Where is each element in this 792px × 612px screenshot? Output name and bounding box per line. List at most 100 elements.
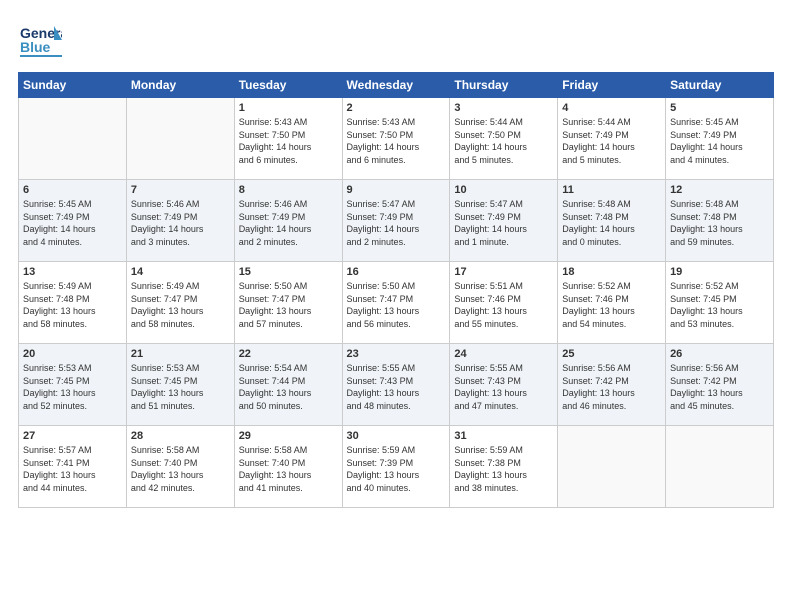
- day-number: 15: [239, 266, 338, 278]
- day-info: Sunrise: 5:49 AM Sunset: 7:47 PM Dayligh…: [131, 280, 230, 330]
- day-number: 12: [670, 184, 769, 196]
- day-cell: [126, 98, 234, 180]
- day-number: 20: [23, 348, 122, 360]
- week-row-2: 6 Sunrise: 5:45 AM Sunset: 7:49 PM Daylig…: [19, 180, 774, 262]
- day-cell: 10 Sunrise: 5:47 AM Sunset: 7:49 PM Dayli…: [450, 180, 558, 262]
- day-info: Sunrise: 5:52 AM Sunset: 7:46 PM Dayligh…: [562, 280, 661, 330]
- day-cell: 13Sunrise: 5:49 AM Sunset: 7:48 PM Dayli…: [19, 262, 127, 344]
- logo: General Blue: [18, 18, 62, 62]
- day-info: Sunrise: 5:50 AM Sunset: 7:47 PM Dayligh…: [239, 280, 338, 330]
- day-number: 6: [23, 184, 122, 196]
- day-number: 30: [347, 430, 446, 442]
- day-number: 22: [239, 348, 338, 360]
- day-info: Sunrise: 5:47 AM Sunset: 7:49 PM Dayligh…: [454, 198, 553, 248]
- header: General Blue: [18, 18, 774, 62]
- day-cell: 28 Sunrise: 5:58 AM Sunset: 7:40 PM Dayli…: [126, 426, 234, 508]
- day-info: Sunrise: 5:43 AM Sunset: 7:50 PM Dayligh…: [347, 116, 446, 166]
- svg-text:Blue: Blue: [20, 39, 51, 55]
- logo-icon: General Blue: [18, 18, 62, 62]
- day-info: Sunrise: 5:55 AM Sunset: 7:43 PM Dayligh…: [454, 362, 553, 412]
- day-cell: 29 Sunrise: 5:58 AM Sunset: 7:40 PM Dayli…: [234, 426, 342, 508]
- day-info: Sunrise: 5:55 AM Sunset: 7:43 PM Dayligh…: [347, 362, 446, 412]
- day-cell: 31Sunrise: 5:59 AM Sunset: 7:38 PM Dayli…: [450, 426, 558, 508]
- day-cell: 18Sunrise: 5:52 AM Sunset: 7:46 PM Dayli…: [558, 262, 666, 344]
- day-cell: 22 Sunrise: 5:54 AM Sunset: 7:44 PM Dayli…: [234, 344, 342, 426]
- day-cell: 4 Sunrise: 5:44 AM Sunset: 7:49 PM Daylig…: [558, 98, 666, 180]
- day-info: Sunrise: 5:57 AM Sunset: 7:41 PM Dayligh…: [23, 444, 122, 494]
- day-header-monday: Monday: [126, 73, 234, 98]
- day-cell: 7 Sunrise: 5:46 AM Sunset: 7:49 PM Daylig…: [126, 180, 234, 262]
- day-header-tuesday: Tuesday: [234, 73, 342, 98]
- day-number: 9: [347, 184, 446, 196]
- day-info: Sunrise: 5:48 AM Sunset: 7:48 PM Dayligh…: [562, 198, 661, 248]
- day-info: Sunrise: 5:49 AM Sunset: 7:48 PM Dayligh…: [23, 280, 122, 330]
- day-info: Sunrise: 5:50 AM Sunset: 7:47 PM Dayligh…: [347, 280, 446, 330]
- week-row-4: 20 Sunrise: 5:53 AM Sunset: 7:45 PM Dayli…: [19, 344, 774, 426]
- day-info: Sunrise: 5:48 AM Sunset: 7:48 PM Dayligh…: [670, 198, 769, 248]
- day-info: Sunrise: 5:44 AM Sunset: 7:49 PM Dayligh…: [562, 116, 661, 166]
- calendar-header-row: SundayMondayTuesdayWednesdayThursdayFrid…: [19, 73, 774, 98]
- day-cell: 25 Sunrise: 5:56 AM Sunset: 7:42 PM Dayli…: [558, 344, 666, 426]
- day-number: 29: [239, 430, 338, 442]
- day-number: 14: [131, 266, 230, 278]
- day-number: 7: [131, 184, 230, 196]
- day-cell: 16 Sunrise: 5:50 AM Sunset: 7:47 PM Dayli…: [342, 262, 450, 344]
- day-number: 28: [131, 430, 230, 442]
- day-info: Sunrise: 5:45 AM Sunset: 7:49 PM Dayligh…: [23, 198, 122, 248]
- day-cell: 3Sunrise: 5:44 AM Sunset: 7:50 PM Daylig…: [450, 98, 558, 180]
- day-number: 8: [239, 184, 338, 196]
- day-cell: 27Sunrise: 5:57 AM Sunset: 7:41 PM Dayli…: [19, 426, 127, 508]
- day-info: Sunrise: 5:47 AM Sunset: 7:49 PM Dayligh…: [347, 198, 446, 248]
- page: General Blue SundayMondayTuesdayWednesda…: [0, 0, 792, 612]
- day-info: Sunrise: 5:53 AM Sunset: 7:45 PM Dayligh…: [23, 362, 122, 412]
- day-info: Sunrise: 5:58 AM Sunset: 7:40 PM Dayligh…: [131, 444, 230, 494]
- week-row-1: 1 Sunrise: 5:43 AM Sunset: 7:50 PM Daylig…: [19, 98, 774, 180]
- day-number: 5: [670, 102, 769, 114]
- day-number: 25: [562, 348, 661, 360]
- day-number: 19: [670, 266, 769, 278]
- day-cell: 6 Sunrise: 5:45 AM Sunset: 7:49 PM Daylig…: [19, 180, 127, 262]
- day-info: Sunrise: 5:54 AM Sunset: 7:44 PM Dayligh…: [239, 362, 338, 412]
- day-cell: 12 Sunrise: 5:48 AM Sunset: 7:48 PM Dayli…: [666, 180, 774, 262]
- day-info: Sunrise: 5:53 AM Sunset: 7:45 PM Dayligh…: [131, 362, 230, 412]
- day-cell: 24Sunrise: 5:55 AM Sunset: 7:43 PM Dayli…: [450, 344, 558, 426]
- day-cell: 26 Sunrise: 5:56 AM Sunset: 7:42 PM Dayli…: [666, 344, 774, 426]
- day-cell: 14 Sunrise: 5:49 AM Sunset: 7:47 PM Dayli…: [126, 262, 234, 344]
- calendar-table: SundayMondayTuesdayWednesdayThursdayFrid…: [18, 72, 774, 508]
- day-cell: 5Sunrise: 5:45 AM Sunset: 7:49 PM Daylig…: [666, 98, 774, 180]
- day-header-sunday: Sunday: [19, 73, 127, 98]
- day-cell: 1 Sunrise: 5:43 AM Sunset: 7:50 PM Daylig…: [234, 98, 342, 180]
- day-info: Sunrise: 5:43 AM Sunset: 7:50 PM Dayligh…: [239, 116, 338, 166]
- day-cell: 8Sunrise: 5:46 AM Sunset: 7:49 PM Daylig…: [234, 180, 342, 262]
- day-number: 26: [670, 348, 769, 360]
- day-info: Sunrise: 5:56 AM Sunset: 7:42 PM Dayligh…: [562, 362, 661, 412]
- week-row-5: 27Sunrise: 5:57 AM Sunset: 7:41 PM Dayli…: [19, 426, 774, 508]
- day-cell: 2Sunrise: 5:43 AM Sunset: 7:50 PM Daylig…: [342, 98, 450, 180]
- day-number: 10: [454, 184, 553, 196]
- day-cell: [558, 426, 666, 508]
- day-number: 17: [454, 266, 553, 278]
- day-number: 11: [562, 184, 661, 196]
- day-cell: 11 Sunrise: 5:48 AM Sunset: 7:48 PM Dayli…: [558, 180, 666, 262]
- day-number: 21: [131, 348, 230, 360]
- day-cell: 19 Sunrise: 5:52 AM Sunset: 7:45 PM Dayli…: [666, 262, 774, 344]
- day-info: Sunrise: 5:52 AM Sunset: 7:45 PM Dayligh…: [670, 280, 769, 330]
- day-cell: 17Sunrise: 5:51 AM Sunset: 7:46 PM Dayli…: [450, 262, 558, 344]
- day-number: 23: [347, 348, 446, 360]
- day-header-wednesday: Wednesday: [342, 73, 450, 98]
- day-info: Sunrise: 5:59 AM Sunset: 7:38 PM Dayligh…: [454, 444, 553, 494]
- day-info: Sunrise: 5:56 AM Sunset: 7:42 PM Dayligh…: [670, 362, 769, 412]
- day-info: Sunrise: 5:46 AM Sunset: 7:49 PM Dayligh…: [131, 198, 230, 248]
- day-cell: 30Sunrise: 5:59 AM Sunset: 7:39 PM Dayli…: [342, 426, 450, 508]
- day-header-saturday: Saturday: [666, 73, 774, 98]
- day-number: 1: [239, 102, 338, 114]
- day-cell: [666, 426, 774, 508]
- day-cell: 20 Sunrise: 5:53 AM Sunset: 7:45 PM Dayli…: [19, 344, 127, 426]
- day-number: 4: [562, 102, 661, 114]
- day-info: Sunrise: 5:58 AM Sunset: 7:40 PM Dayligh…: [239, 444, 338, 494]
- day-number: 16: [347, 266, 446, 278]
- day-header-friday: Friday: [558, 73, 666, 98]
- day-cell: 15 Sunrise: 5:50 AM Sunset: 7:47 PM Dayli…: [234, 262, 342, 344]
- day-header-thursday: Thursday: [450, 73, 558, 98]
- day-cell: 21 Sunrise: 5:53 AM Sunset: 7:45 PM Dayli…: [126, 344, 234, 426]
